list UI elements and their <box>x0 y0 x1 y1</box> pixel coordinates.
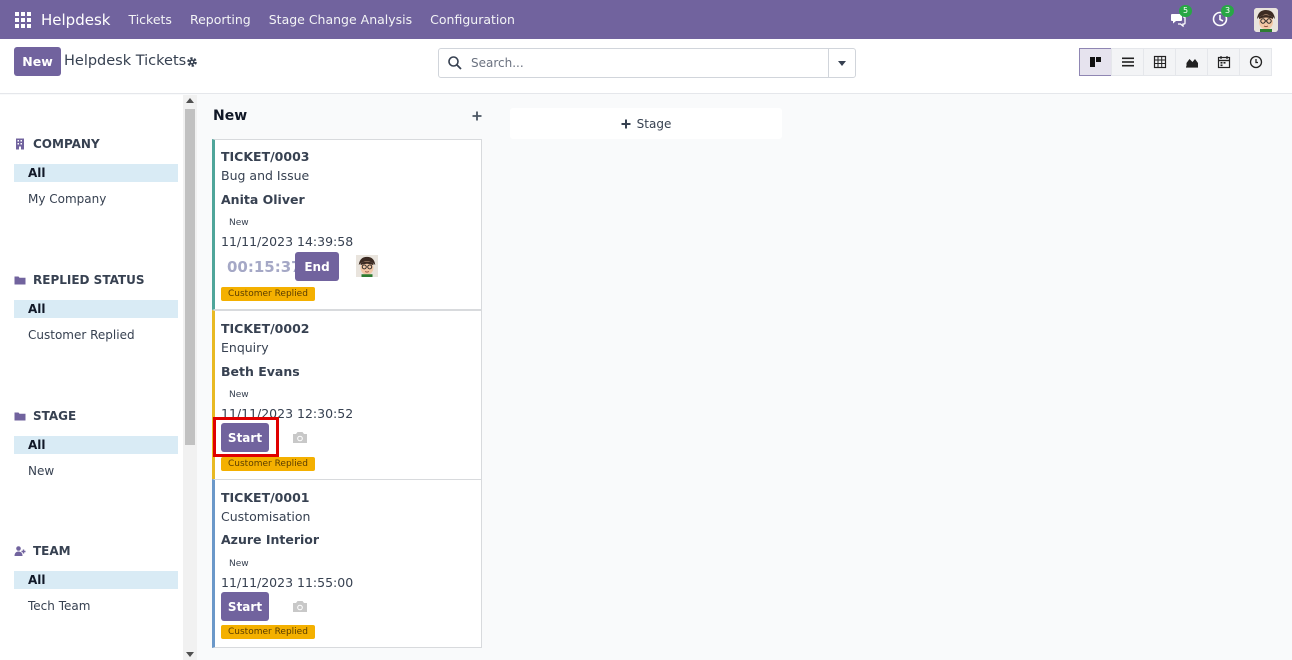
end-timer-button[interactable]: End <box>295 252 339 281</box>
filter-team-tech-team[interactable]: Tech Team <box>14 597 178 615</box>
add-stage-button[interactable]: Stage <box>510 108 782 139</box>
filter-section-replied-status: REPLIED STATUS All Customer Replied <box>14 271 178 344</box>
gear-icon[interactable] <box>186 56 198 68</box>
ticket-timer: 00:15:37 <box>227 258 302 276</box>
search-input[interactable] <box>471 53 821 73</box>
activities-button[interactable]: 3 <box>1212 4 1235 29</box>
messages-button[interactable]: 5 <box>1170 4 1193 29</box>
area-chart-icon <box>1185 59 1198 68</box>
start-timer-button[interactable]: Start <box>221 592 269 621</box>
section-title: REPLIED STATUS <box>33 273 145 287</box>
ticket-date: 11/11/2023 14:39:58 <box>221 234 354 249</box>
section-title: COMPANY <box>33 137 100 151</box>
ticket-reference: TICKET/0003 <box>221 149 310 164</box>
filter-stage-new[interactable]: New <box>14 462 178 480</box>
ticket-subject: Customisation <box>221 509 311 524</box>
highlight-box <box>213 417 279 457</box>
scrollbar-thumb[interactable] <box>185 109 195 445</box>
filter-stage-all[interactable]: All <box>14 436 178 454</box>
ticket-stage: New <box>229 390 249 400</box>
clock-icon <box>1249 55 1262 69</box>
section-title: TEAM <box>33 544 71 558</box>
ticket-date: 11/11/2023 11:55:00 <box>221 575 354 590</box>
search-options-toggle[interactable] <box>828 49 855 77</box>
filter-replied-all[interactable]: All <box>14 300 178 318</box>
search-icon <box>448 56 462 70</box>
graph-view-button[interactable] <box>1175 48 1208 76</box>
filter-company-my-company[interactable]: My Company <box>14 190 178 208</box>
section-header: REPLIED STATUS <box>14 271 178 289</box>
pivot-view-button[interactable] <box>1143 48 1176 76</box>
customer-replied-tag: Customer Replied <box>221 625 315 639</box>
top-navbar: Helpdesk Tickets Reporting Stage Change … <box>0 0 1292 39</box>
camera-icon[interactable] <box>291 599 309 615</box>
user-avatar[interactable] <box>1254 7 1278 32</box>
search-panel-scrollbar[interactable] <box>183 95 197 660</box>
ticket-stage: New <box>229 559 249 569</box>
nav-stage-change-analysis[interactable]: Stage Change Analysis <box>269 12 412 27</box>
filter-company-all[interactable]: All <box>14 164 178 182</box>
list-icon <box>1121 57 1134 67</box>
nav-tickets[interactable]: Tickets <box>128 12 172 27</box>
filter-section-stage: STAGE All New <box>14 407 178 480</box>
ticket-card[interactable]: TICKET/0001 Customisation Azure Interior… <box>212 479 482 648</box>
control-panel: New Helpdesk Tickets <box>0 39 1292 94</box>
kanban-icon <box>1089 57 1101 67</box>
ticket-reference: TICKET/0001 <box>221 490 310 505</box>
user-plus-icon <box>14 546 26 556</box>
add-stage-label: Stage <box>636 116 672 131</box>
ticket-customer: Azure Interior <box>221 532 320 547</box>
ticket-stage: New <box>229 218 249 228</box>
section-title: STAGE <box>33 409 77 423</box>
ticket-customer: Beth Evans <box>221 364 300 379</box>
ticket-customer: Anita Oliver <box>221 192 305 207</box>
plus-icon[interactable] <box>471 110 483 122</box>
nav-configuration[interactable]: Configuration <box>430 12 515 27</box>
activity-view-button[interactable] <box>1239 48 1272 76</box>
new-button[interactable]: New <box>14 47 61 76</box>
ticket-card[interactable]: TICKET/0003 Bug and Issue Anita Oliver N… <box>212 139 482 310</box>
kanban-view-button[interactable] <box>1079 48 1112 76</box>
view-switcher <box>1079 48 1272 76</box>
user-face-icon <box>1254 7 1278 32</box>
building-icon <box>16 138 24 150</box>
plus-icon <box>621 119 631 128</box>
app-brand[interactable]: Helpdesk <box>41 11 110 29</box>
page-title: Helpdesk Tickets <box>64 53 187 69</box>
customer-replied-tag: Customer Replied <box>221 457 315 471</box>
search-panel: COMPANY All My Company REPLIED STATUS Al… <box>0 95 183 660</box>
folder-icon <box>14 276 26 285</box>
filter-section-company: COMPANY All My Company <box>14 135 178 208</box>
calendar-icon <box>1217 56 1230 69</box>
assignee-avatar[interactable] <box>356 255 378 277</box>
list-view-button[interactable] <box>1111 48 1144 76</box>
section-header: TEAM <box>14 542 178 560</box>
kanban-column-title: New <box>213 108 248 124</box>
section-header: STAGE <box>14 407 178 425</box>
ticket-subject: Enquiry <box>221 340 269 355</box>
nav-reporting[interactable]: Reporting <box>190 12 251 27</box>
caret-down-icon <box>838 60 846 66</box>
apps-menu-icon[interactable] <box>15 11 31 28</box>
ticket-subject: Bug and Issue <box>221 168 310 183</box>
calendar-view-button[interactable] <box>1207 48 1240 76</box>
customer-replied-tag: Customer Replied <box>221 287 315 301</box>
camera-icon[interactable] <box>291 430 309 446</box>
scroll-down-arrow-icon[interactable] <box>186 652 194 657</box>
search-bar[interactable] <box>438 48 856 78</box>
filter-replied-customer-replied[interactable]: Customer Replied <box>14 326 178 344</box>
filter-team-all[interactable]: All <box>14 571 178 589</box>
scroll-up-arrow-icon[interactable] <box>186 98 194 103</box>
section-header: COMPANY <box>14 135 178 153</box>
activities-badge: 3 <box>1221 4 1235 17</box>
filter-section-team: TEAM All Tech Team <box>14 542 178 615</box>
ticket-reference: TICKET/0002 <box>221 321 310 336</box>
table-icon <box>1153 55 1166 69</box>
messages-badge: 5 <box>1179 4 1193 17</box>
folder-icon <box>14 412 26 421</box>
